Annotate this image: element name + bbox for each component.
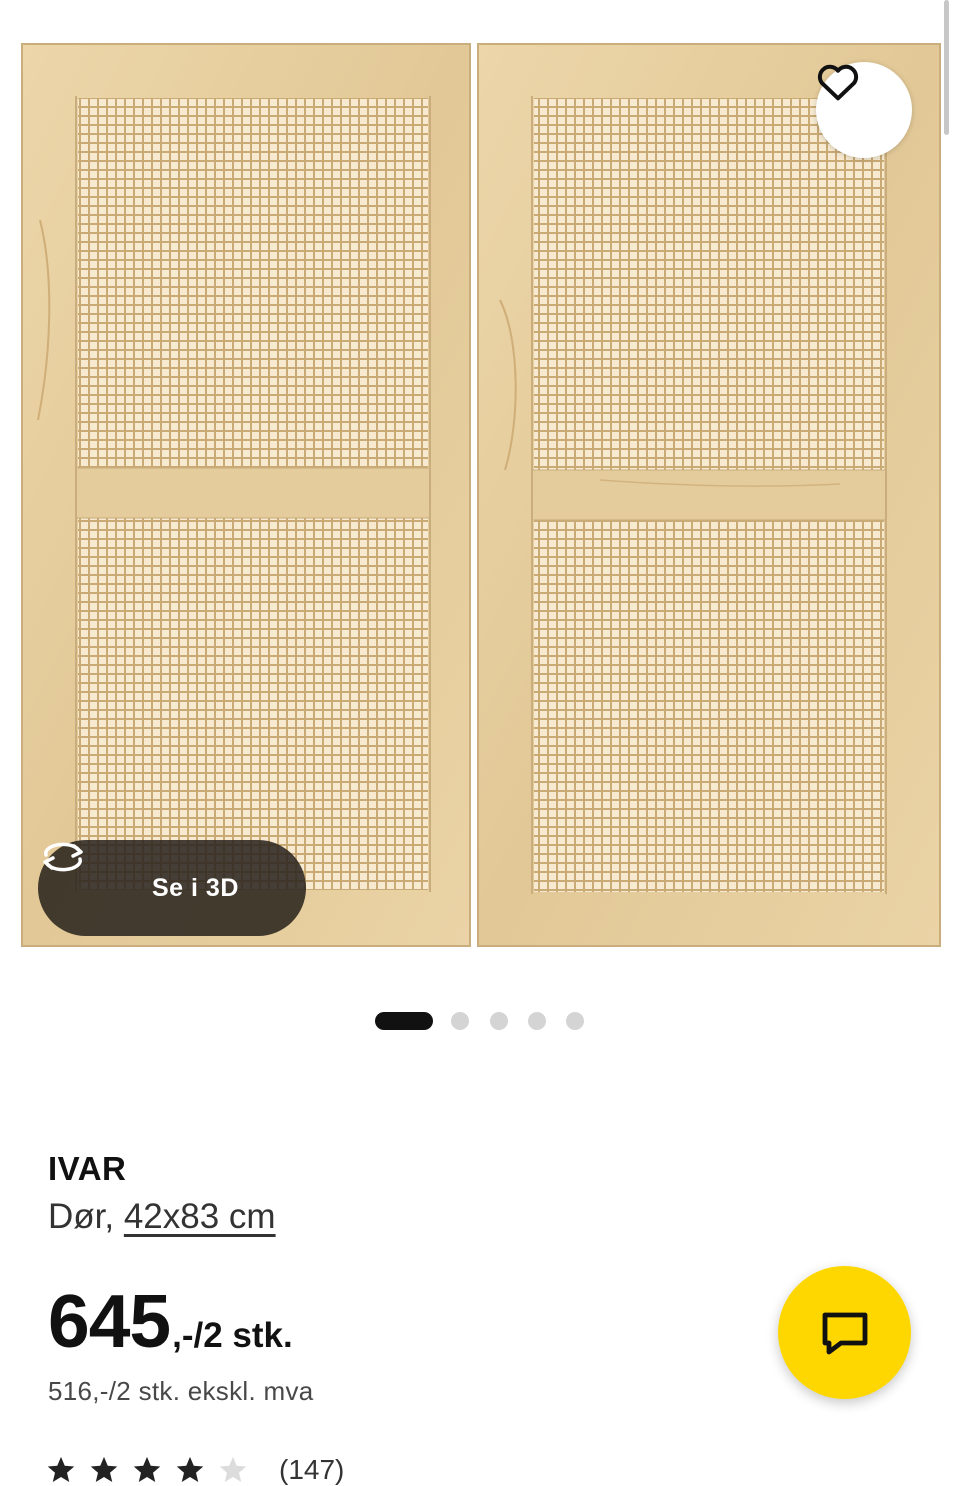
view-in-3d-label: Se i 3D: [152, 873, 239, 902]
product-image: [21, 43, 941, 947]
scrollbar[interactable]: [944, 0, 949, 135]
star-icon: [90, 1456, 118, 1482]
rotate-3d-icon: [43, 842, 130, 908]
chat-button[interactable]: [778, 1266, 911, 1399]
price-amount: 645: [48, 1279, 171, 1363]
product-name: IVAR: [48, 1150, 127, 1187]
price-excl-vat: 516,-/2 stk. ekskl. mva: [48, 1376, 314, 1406]
view-in-3d-button[interactable]: Se i 3D: [38, 840, 306, 936]
carousel-dot[interactable]: [566, 1012, 584, 1030]
star-empty-icon: [219, 1456, 247, 1482]
carousel-dot[interactable]: [375, 1012, 433, 1030]
heart-icon: [817, 64, 859, 101]
rating[interactable]: (147): [46, 1454, 344, 1486]
favorite-button[interactable]: [816, 62, 912, 158]
rating-count: (147): [279, 1454, 345, 1485]
carousel-indicators: [0, 1011, 960, 1031]
carousel-dot[interactable]: [451, 1012, 469, 1030]
product-type: Dør,: [48, 1197, 115, 1236]
product-price: 645 ,-/2 stk.: [48, 1278, 293, 1364]
star-icon: [47, 1456, 75, 1482]
chat-bubble-icon: [822, 1312, 867, 1354]
product-size-link[interactable]: 42x83 cm: [124, 1197, 276, 1236]
carousel-dot[interactable]: [490, 1012, 508, 1030]
price-suffix: ,-/2 stk.: [172, 1316, 293, 1355]
product-image-gallery[interactable]: Se i 3D: [0, 0, 960, 960]
star-icon: [176, 1456, 204, 1482]
carousel-dot[interactable]: [528, 1012, 546, 1030]
product-description: Dør, 42x83 cm: [48, 1197, 276, 1237]
star-icon: [133, 1456, 161, 1482]
